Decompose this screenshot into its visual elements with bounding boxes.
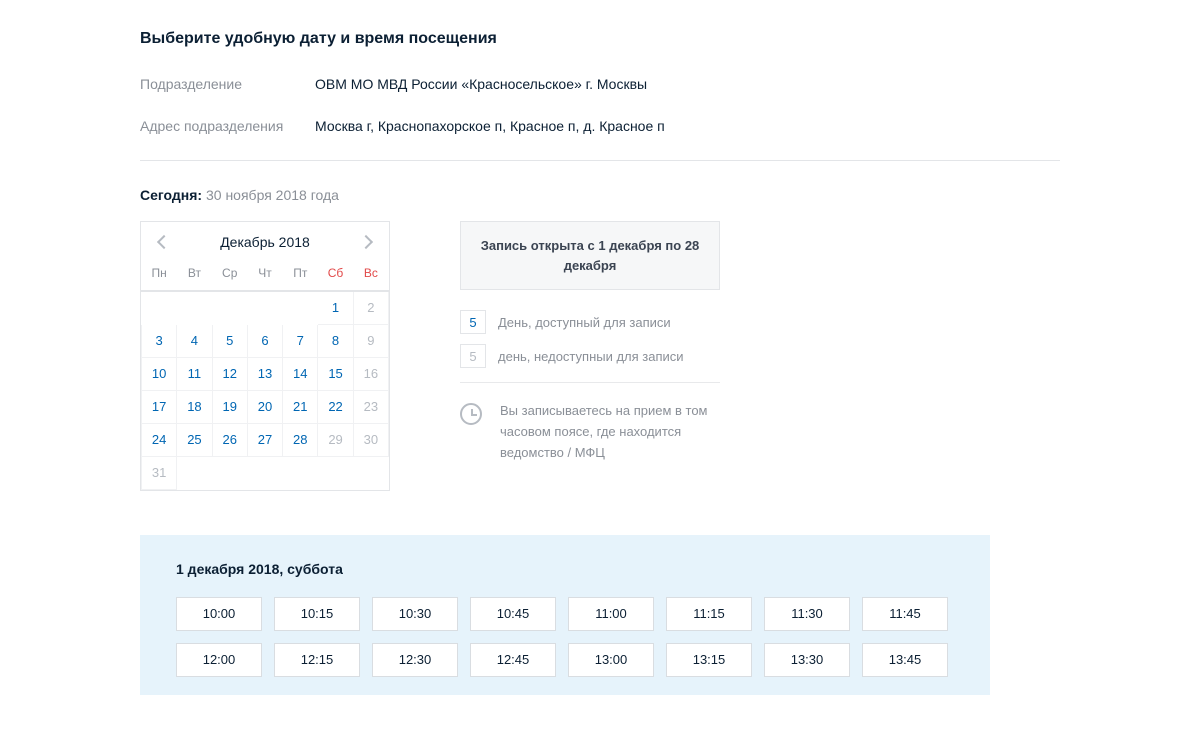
time-slot[interactable]: 13:00	[568, 643, 654, 677]
time-slot[interactable]: 11:30	[764, 597, 850, 631]
divider	[140, 160, 1060, 161]
timezone-note-text: Вы записываетесь на прием в том часовом …	[500, 401, 720, 463]
legend-available-chip: 5	[460, 310, 486, 334]
calendar-day[interactable]: 28	[283, 423, 318, 456]
calendar-day[interactable]: 3	[142, 324, 177, 357]
address-value: Москва г, Краснопахорское п, Красное п, …	[315, 118, 665, 134]
calendar-day: 2	[353, 291, 388, 324]
time-slot[interactable]: 11:00	[568, 597, 654, 631]
calendar-day[interactable]: 22	[318, 390, 353, 423]
calendar-day[interactable]: 27	[247, 423, 282, 456]
department-row: Подразделение ОВМ МО МВД России «Краснос…	[140, 76, 1060, 92]
department-label: Подразделение	[140, 76, 315, 92]
time-slots-section: 1 декабря 2018, суббота 10:0010:1510:301…	[140, 535, 990, 695]
timezone-note: Вы записываетесь на прием в том часовом …	[460, 401, 720, 463]
calendar-day	[283, 456, 318, 489]
calendar-day	[247, 456, 282, 489]
weekday-header: Сб	[318, 258, 353, 291]
calendar-day[interactable]: 21	[283, 390, 318, 423]
calendar-day[interactable]: 1	[318, 291, 353, 324]
legend-available-text: День, доступный для записи	[498, 315, 671, 330]
booking-window-banner: Запись открыта с 1 декабря по 28 декабря	[460, 221, 720, 290]
calendar-day[interactable]: 25	[177, 423, 212, 456]
calendar-day: 31	[142, 456, 177, 489]
time-slot[interactable]: 10:00	[176, 597, 262, 631]
calendar-day	[212, 456, 247, 489]
legend-unavailable: 5 день, недоступныи для записи	[460, 344, 720, 368]
time-slots-grid: 10:00 10:15 10:30 10:45 11:00 11:15 11:30 11:45…	[176, 597, 954, 677]
calendar-day[interactable]: 14	[283, 357, 318, 390]
time-slot[interactable]: 11:45	[862, 597, 948, 631]
calendar-day	[177, 456, 212, 489]
calendar-month-title: Декабрь 2018	[220, 234, 310, 250]
today-value: 30 ноября 2018 года	[206, 187, 339, 203]
weekday-header: Чт	[247, 258, 282, 291]
calendar-day[interactable]: 12	[212, 357, 247, 390]
calendar-day[interactable]: 4	[177, 324, 212, 357]
legend-unavailable-text: день, недоступныи для записи	[498, 349, 684, 364]
legend-panel: Запись открыта с 1 декабря по 28 декабря…	[460, 221, 720, 463]
calendar-day	[212, 291, 247, 324]
calendar-day: 29	[318, 423, 353, 456]
next-month-icon[interactable]	[359, 235, 373, 249]
today-label: Сегодня:	[140, 187, 202, 203]
calendar-day	[318, 456, 353, 489]
calendar-day[interactable]: 15	[318, 357, 353, 390]
selected-date: 1 декабря 2018, суббота	[176, 561, 954, 577]
legend-unavailable-chip: 5	[460, 344, 486, 368]
time-slot[interactable]: 10:30	[372, 597, 458, 631]
time-slot[interactable]: 12:15	[274, 643, 360, 677]
time-slot[interactable]: 13:45	[862, 643, 948, 677]
today-line: Сегодня: 30 ноября 2018 года	[140, 187, 1060, 203]
address-label: Адрес подразделения	[140, 118, 315, 134]
calendar-day	[247, 291, 282, 324]
weekday-header: Пт	[283, 258, 318, 291]
calendar-day[interactable]: 6	[247, 324, 282, 357]
calendar-day[interactable]: 17	[142, 390, 177, 423]
calendar-day[interactable]: 7	[283, 324, 318, 357]
calendar-day	[283, 291, 318, 324]
calendar-day: 16	[353, 357, 388, 390]
calendar-day[interactable]: 19	[212, 390, 247, 423]
legend-available: 5 День, доступный для записи	[460, 310, 720, 334]
weekday-header: Ср	[212, 258, 247, 291]
calendar-day[interactable]: 8	[318, 324, 353, 357]
calendar-day	[353, 456, 388, 489]
time-slot[interactable]: 12:45	[470, 643, 556, 677]
time-slot[interactable]: 13:30	[764, 643, 850, 677]
time-slot[interactable]: 12:30	[372, 643, 458, 677]
calendar-day[interactable]: 26	[212, 423, 247, 456]
prev-month-icon[interactable]	[157, 235, 171, 249]
calendar-day[interactable]: 20	[247, 390, 282, 423]
department-value: ОВМ МО МВД России «Красносельское» г. Мо…	[315, 76, 647, 92]
time-slot[interactable]: 13:15	[666, 643, 752, 677]
calendar-day: 30	[353, 423, 388, 456]
time-slot[interactable]: 10:45	[470, 597, 556, 631]
calendar-day[interactable]: 5	[212, 324, 247, 357]
calendar-day	[177, 291, 212, 324]
time-slot[interactable]: 10:15	[274, 597, 360, 631]
weekday-header: Вт	[177, 258, 212, 291]
calendar-day: 23	[353, 390, 388, 423]
weekday-header: Пн	[142, 258, 177, 291]
calendar-day[interactable]: 24	[142, 423, 177, 456]
time-slot[interactable]: 12:00	[176, 643, 262, 677]
calendar-day	[142, 291, 177, 324]
clock-icon	[460, 403, 482, 425]
calendar-day: 9	[353, 324, 388, 357]
calendar-day[interactable]: 11	[177, 357, 212, 390]
time-slot[interactable]: 11:15	[666, 597, 752, 631]
calendar-day[interactable]: 18	[177, 390, 212, 423]
calendar-day[interactable]: 10	[142, 357, 177, 390]
calendar: Декабрь 2018 ПнВтСрЧтПтСбВс 123456789101…	[140, 221, 390, 491]
calendar-day[interactable]: 13	[247, 357, 282, 390]
weekday-header: Вс	[353, 258, 388, 291]
page-title: Выберите удобную дату и время посещения	[140, 30, 1060, 48]
address-row: Адрес подразделения Москва г, Краснопахо…	[140, 118, 1060, 134]
